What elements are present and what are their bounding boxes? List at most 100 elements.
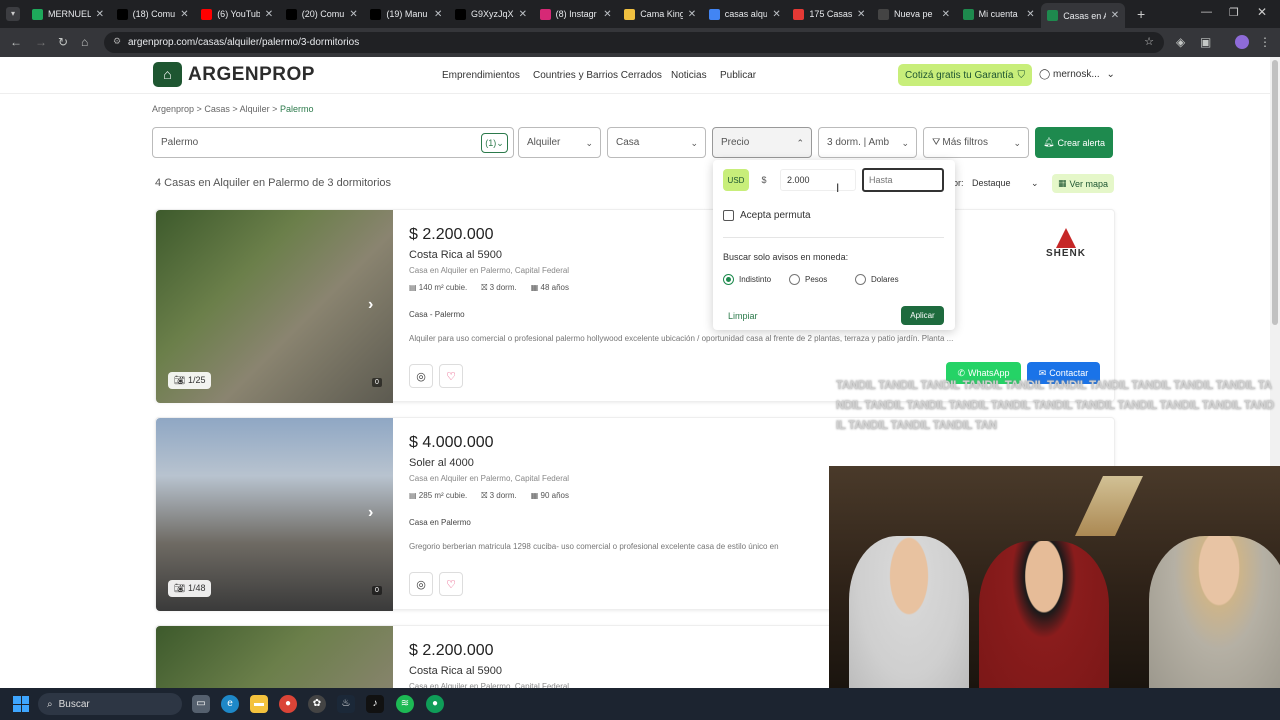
minimize-button[interactable]: — [1201,6,1212,18]
new-tab-button[interactable]: + [1137,6,1145,22]
create-alert-button[interactable]: 🔔︎ Crear alerta [1035,127,1113,158]
scrollbar-thumb[interactable] [1272,60,1278,325]
breadcrumb-argenprop[interactable]: Argenprop [152,104,194,114]
extensions-puzzle-icon[interactable]: ▣ [1200,35,1211,49]
close-tab-icon[interactable]: ✕ [96,9,104,20]
breadcrumb-casas[interactable]: Casas [204,104,230,114]
favorite-button[interactable]: ♡ [439,572,463,596]
type-select[interactable]: Casa ⌄ [607,127,706,158]
currency-usd-toggle[interactable]: USD [723,169,749,191]
location-count-dropdown[interactable]: (1) ⌄ [481,133,508,153]
argenprop-logo[interactable]: ⌂ ARGENPROP [153,62,315,87]
price-select[interactable]: Precio ⌃ [712,127,812,158]
browser-tab[interactable]: casas alqu ✕ [703,4,787,24]
browser-tab[interactable]: Casas en A ✕ [1041,3,1126,28]
browser-tab[interactable]: (8) Instagr ✕ [534,4,618,24]
close-tab-icon[interactable]: ✕ [180,9,188,20]
home-icon[interactable]: ⌂ [81,35,88,49]
menu-kebab-icon[interactable]: ⋮ [1259,35,1271,49]
breadcrumb-palermo[interactable]: Palermo [280,104,314,114]
edge-icon[interactable]: e [221,695,239,713]
rooms-select[interactable]: 3 dorm. | Amb ⌄ [818,127,917,158]
reload-icon[interactable]: ↻ [58,35,68,49]
close-tab-icon[interactable]: ✕ [942,9,950,20]
browser-tab[interactable]: Cama King ✕ [618,4,702,24]
browser-tab[interactable]: Mi cuenta ✕ [957,4,1041,24]
listing-photo[interactable]: › 📷︎ 1/25 0 [156,210,393,403]
listing-card[interactable]: › 📷︎ 1/25 0 $ 2.200.000 Costa Rica al 59… [155,209,1115,403]
cotiza-garantia-button[interactable]: Cotizá gratis tu Garantía ⛉ [898,64,1032,86]
extension-icon[interactable]: ◈ [1176,35,1185,49]
location-field[interactable]: Palermo (1) ⌄ [152,127,514,158]
browser-tab[interactable]: MERNUEL ✕ [26,4,110,24]
close-tab-icon[interactable]: ✕ [349,9,357,20]
apply-button[interactable]: Aplicar [901,306,944,325]
steam-icon[interactable]: ♨ [337,695,355,713]
currency-ars-toggle[interactable]: $ [753,169,775,191]
browser-tab[interactable]: 175 Casas ✕ [787,4,871,24]
checkbox-box[interactable] [723,210,734,221]
operation-select[interactable]: Alquiler ⌄ [518,127,601,158]
listing-address[interactable]: Costa Rica al 5900 [409,249,502,261]
nav-countries[interactable]: Countries y Barrios Cerrados [533,70,662,81]
tiktok-icon[interactable]: ♪ [366,695,384,713]
listing-photo[interactable]: › 📷︎ 1/48 0 [156,418,393,611]
listing-address[interactable]: Costa Rica al 5900 [409,665,502,677]
hide-listing-button[interactable]: ◎ [409,364,433,388]
nav-emprendimientos[interactable]: Emprendimientos [442,70,520,81]
maximize-button[interactable]: ❐ [1229,6,1239,19]
close-tab-icon[interactable]: ✕ [434,9,442,20]
user-menu[interactable]: ◯ mernosk... ⌄ [1039,69,1115,80]
close-window-button[interactable]: ✕ [1257,5,1267,19]
radio-dolares[interactable]: Dolares [855,274,899,285]
close-tab-icon[interactable]: ✕ [688,9,696,20]
tab-search-icon[interactable]: ▾ [6,7,20,21]
hide-listing-button[interactable]: ◎ [409,572,433,596]
spotify-icon[interactable]: ≋ [396,695,414,713]
sort-select[interactable]: Destaque ⌄ [972,178,1039,189]
chevron-right-icon[interactable]: › [368,296,373,314]
close-tab-icon[interactable]: ✕ [603,9,611,20]
agency-logo[interactable]: SHENK [1036,228,1096,276]
radio-button-selected[interactable] [723,274,734,285]
browser-tab[interactable]: Nueva pe ✕ [872,4,956,24]
breadcrumb-alquiler[interactable]: Alquiler [240,104,270,114]
price-to-input[interactable] [862,168,944,192]
view-map-button[interactable]: ▦ Ver mapa [1052,174,1114,193]
site-info-icon[interactable]: ⚙ [113,36,121,47]
openai-icon[interactable]: ✿ [308,695,326,713]
radio-button[interactable] [789,274,800,285]
price-from-input[interactable] [780,169,856,191]
address-bar[interactable]: ⚙ argenprop.com/casas/alquiler/palermo/3… [104,32,1164,53]
chrome-icon[interactable]: ● [279,695,297,713]
browser-tab[interactable]: (18) Comu ✕ [111,4,195,24]
chevron-right-icon[interactable]: › [368,504,373,522]
clear-button[interactable]: Limpiar [728,311,758,321]
browser-tab[interactable]: G9XyzJqX ✕ [449,4,533,24]
listing-address[interactable]: Soler al 4000 [409,457,474,469]
taskbar-search[interactable]: ⌕ Buscar [38,693,182,715]
radio-indistinto[interactable]: Indistinto [723,274,771,285]
windows-start-icon[interactable] [13,696,29,712]
permuta-checkbox[interactable]: Acepta permuta [723,210,811,221]
chrome-active-icon[interactable]: ● [426,695,444,713]
back-icon[interactable]: ← [10,35,22,49]
task-view-icon[interactable]: ▭ [192,695,210,713]
more-filters-select[interactable]: ⛛ Más filtros ⌄ [923,127,1029,158]
bookmark-star-icon[interactable]: ☆ [1144,35,1154,48]
close-tab-icon[interactable]: ✕ [772,9,780,20]
close-tab-icon[interactable]: ✕ [1111,10,1119,21]
radio-button[interactable] [855,274,866,285]
radio-pesos[interactable]: Pesos [789,274,827,285]
browser-tab[interactable]: (6) YouTub ✕ [195,4,279,24]
profile-avatar[interactable] [1235,35,1249,49]
nav-publicar[interactable]: Publicar [720,70,756,81]
file-explorer-icon[interactable]: ▬ [250,695,268,713]
browser-tab[interactable]: (19) Manu ✕ [364,4,448,24]
close-tab-icon[interactable]: ✕ [1026,9,1034,20]
favorite-button[interactable]: ♡ [439,364,463,388]
forward-icon[interactable]: → [35,35,47,49]
close-tab-icon[interactable]: ✕ [265,9,273,20]
nav-noticias[interactable]: Noticias [671,70,707,81]
browser-tab[interactable]: (20) Comu ✕ [280,4,364,24]
